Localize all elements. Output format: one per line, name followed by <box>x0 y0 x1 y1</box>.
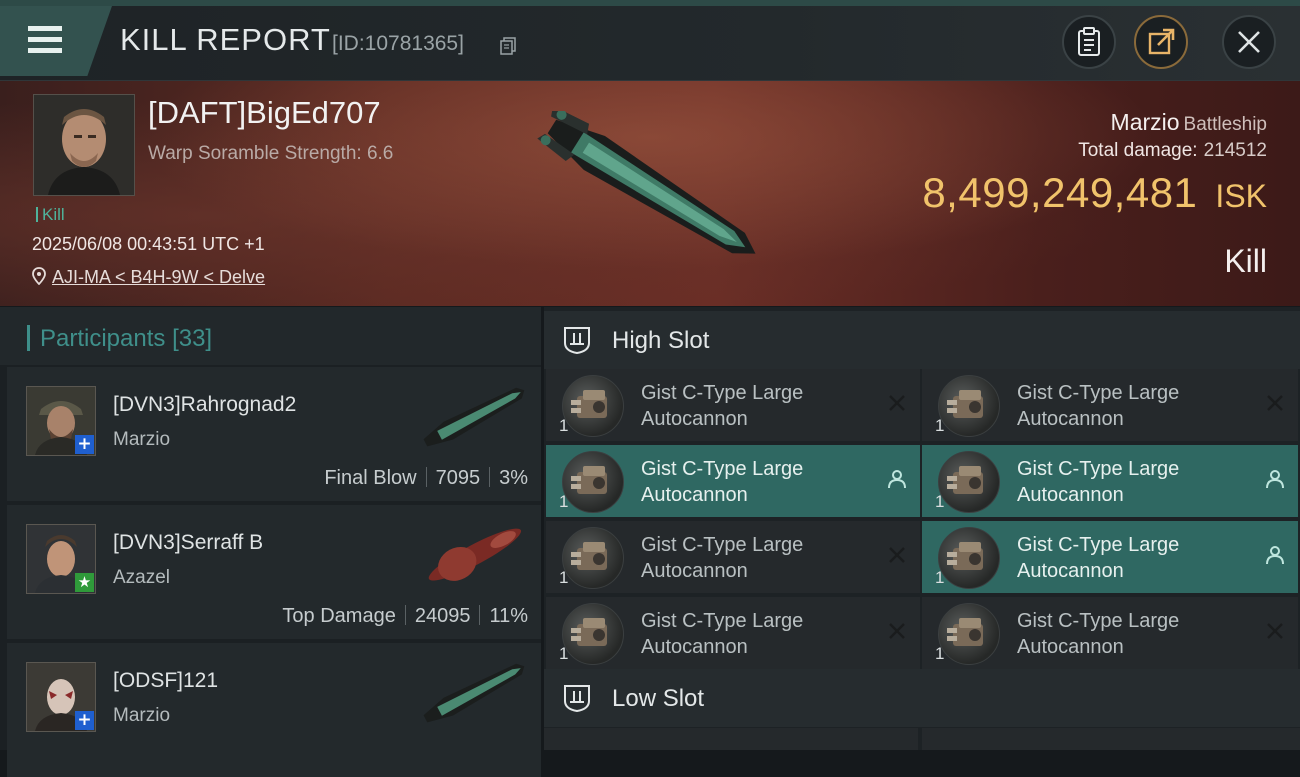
page-title: KILL REPORT <box>120 22 331 57</box>
destroyed-x-icon <box>1267 623 1283 639</box>
participant-avatar: + <box>26 662 96 732</box>
close-icon <box>1238 31 1260 53</box>
autocannon-icon <box>562 375 624 437</box>
ship-class: Battleship <box>1183 114 1267 135</box>
kill-id: [ID:10781365] <box>332 32 464 55</box>
participant-name: [DVN3]Serraff B <box>113 531 264 554</box>
corp-badge: + <box>75 711 94 730</box>
module-slot[interactable]: 1 Gist C-Type Large Autocannon <box>546 445 920 517</box>
module-slot[interactable]: 1 Gist C-Type Large Autocannon <box>922 521 1298 593</box>
ship-info: Marzio Battleship <box>1111 109 1267 136</box>
participant-ship: Marzio <box>113 429 171 450</box>
module-slot[interactable]: 1 Gist C-Type Large Autocannon <box>922 369 1298 441</box>
ship-name[interactable]: Marzio <box>1111 109 1180 135</box>
autocannon-icon <box>938 451 1000 513</box>
high-slot-icon <box>564 327 590 355</box>
dropped-person-icon <box>1266 546 1284 565</box>
destroyed-x-icon <box>889 547 905 563</box>
kill-location[interactable]: AJI-MA < B4H-9W < Delve <box>32 267 265 288</box>
high-slot-header: High Slot <box>544 311 1300 369</box>
module-quantity: 1 <box>935 492 945 511</box>
module-name: Gist C-Type Large Autocannon <box>1017 458 1180 506</box>
module-slot[interactable]: 1 Gist C-Type Large Autocannon <box>546 521 920 593</box>
module-name: Gist C-Type Large Autocannon <box>641 534 804 582</box>
module-name: Gist C-Type Large Autocannon <box>1017 610 1180 658</box>
module-quantity: 1 <box>559 644 569 663</box>
module-name: Gist C-Type Large Autocannon <box>641 458 804 506</box>
location-pin-icon <box>32 267 46 286</box>
autocannon-icon <box>562 527 624 589</box>
low-slot-header: Low Slot <box>544 669 1300 727</box>
participant-ship: Azazel <box>113 567 171 588</box>
low-slot-module-partial[interactable] <box>544 728 918 750</box>
participant-ship-image <box>423 387 525 447</box>
module-quantity: 1 <box>935 416 945 435</box>
copy-icon[interactable] <box>500 37 516 55</box>
participant-ship-image <box>423 663 525 723</box>
fitting-panel: High Slot 1 Gist C-Type Large Autocannon 1 G… <box>544 307 1300 750</box>
isk-value: 8,499,249,481 ISK <box>922 169 1267 216</box>
kill-tag: Kill <box>36 205 65 225</box>
module-slot[interactable]: 1 Gist C-Type Large Autocannon <box>922 445 1298 517</box>
module-name: Gist C-Type Large Autocannon <box>1017 382 1180 430</box>
kill-banner: [DAFT]BigEd707 Warp Soramble Strength: 6… <box>0 81 1300 306</box>
participant-stats: Final Blow 7095 3% <box>324 467 528 489</box>
result-label: Kill <box>1224 243 1267 279</box>
destroyed-x-icon <box>889 623 905 639</box>
module-quantity: 1 <box>559 568 569 587</box>
victim-name[interactable]: [DAFT]BigEd707 <box>148 95 381 131</box>
module-slot[interactable]: 1 Gist C-Type Large Autocannon <box>922 597 1298 669</box>
autocannon-icon <box>562 603 624 665</box>
autocannon-icon <box>938 527 1000 589</box>
participant-ship-image <box>428 528 522 581</box>
low-slot-module-partial[interactable] <box>922 728 1300 750</box>
dropped-person-icon <box>1266 470 1284 489</box>
victim-subtitle: Warp Soramble Strength: 6.6 <box>148 143 394 164</box>
participant-row[interactable]: + [ODSF]121 Marzio <box>7 643 541 777</box>
participant-row[interactable]: ★ [DVN3]Serraff B Azazel Top Damage 24095… <box>7 505 541 639</box>
victim-avatar[interactable] <box>33 94 135 196</box>
clipboard-button[interactable] <box>1062 15 1116 69</box>
participant-name: [DVN3]Rahrognad2 <box>113 393 297 416</box>
corp-badge: ★ <box>75 573 94 592</box>
clipboard-icon <box>1078 27 1100 56</box>
destroyed-x-icon <box>1267 395 1283 411</box>
module-name: Gist C-Type Large Autocannon <box>641 382 804 430</box>
autocannon-icon <box>938 375 1000 437</box>
participant-ship: Marzio <box>113 705 171 726</box>
close-button[interactable] <box>1222 15 1276 69</box>
autocannon-icon <box>562 451 624 513</box>
module-quantity: 1 <box>559 416 569 435</box>
participant-name: [ODSF]121 <box>113 669 219 692</box>
module-quantity: 1 <box>935 568 945 587</box>
participants-header: Participants [33] <box>0 307 541 365</box>
module-quantity: 1 <box>935 644 945 663</box>
participant-avatar: ★ <box>26 524 96 594</box>
participant-avatar: + <box>26 386 96 456</box>
module-slot[interactable]: 1 Gist C-Type Large Autocannon <box>546 369 920 441</box>
corp-badge: + <box>75 435 94 454</box>
destroyed-x-icon <box>889 395 905 411</box>
participant-row[interactable]: + [DVN3]Rahrognad2 Marzio Final Blow 7095… <box>7 367 541 501</box>
participant-stats: Top Damage 24095 11% <box>282 605 528 627</box>
total-damage: Total damage: 214512 <box>1078 140 1267 161</box>
victim-ship-image[interactable] <box>520 111 780 281</box>
module-name: Gist C-Type Large Autocannon <box>641 610 804 658</box>
kill-datetime: 2025/06/08 00:43:51 UTC +1 <box>32 234 265 254</box>
module-slot[interactable]: 1 Gist C-Type Large Autocannon <box>546 597 920 669</box>
module-name: Gist C-Type Large Autocannon <box>1017 534 1180 582</box>
share-icon <box>1148 28 1175 55</box>
dropped-person-icon <box>888 470 906 489</box>
module-quantity: 1 <box>559 492 569 511</box>
participants-panel: Participants [33] + [DVN3]Rahrognad2 Mar… <box>0 307 541 777</box>
low-slot-icon <box>564 685 590 713</box>
autocannon-icon <box>938 603 1000 665</box>
share-button[interactable] <box>1134 15 1188 69</box>
